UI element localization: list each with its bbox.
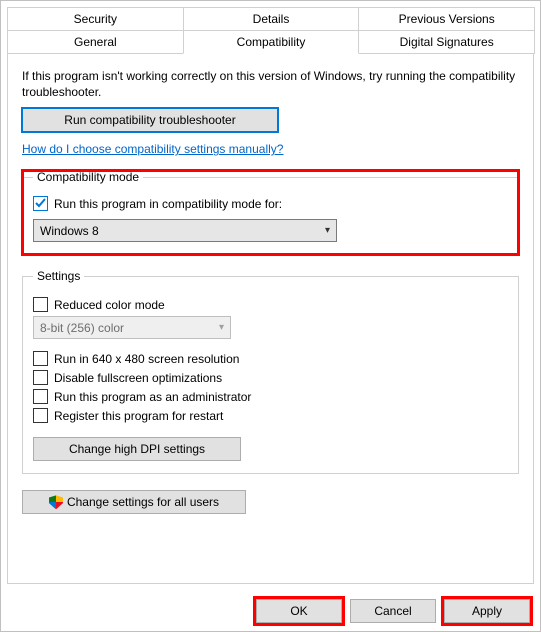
run-640x480-checkbox[interactable] <box>33 351 48 366</box>
register-restart-checkbox[interactable] <box>33 408 48 423</box>
run-640x480-label: Run in 640 x 480 screen resolution <box>54 352 239 366</box>
tab-general[interactable]: General <box>7 30 184 54</box>
tab-digital-signatures[interactable]: Digital Signatures <box>358 30 535 54</box>
compat-mode-os-value: Windows 8 <box>40 224 99 238</box>
tab-security[interactable]: Security <box>7 7 184 30</box>
compat-mode-os-select[interactable]: Windows 8 ▾ <box>33 219 337 242</box>
dialog-footer: OK Cancel Apply <box>256 599 530 623</box>
check-icon <box>35 198 46 209</box>
disable-fullscreen-checkbox[interactable] <box>33 370 48 385</box>
tab-strip: Security Details Previous Versions Gener… <box>1 1 540 54</box>
intro-text: If this program isn't working correctly … <box>22 68 519 100</box>
reduced-color-checkbox[interactable] <box>33 297 48 312</box>
change-dpi-button[interactable]: Change high DPI settings <box>33 437 241 461</box>
change-all-users-button[interactable]: Change settings for all users <box>22 490 246 514</box>
run-as-admin-checkbox[interactable] <box>33 389 48 404</box>
disable-fullscreen-label: Disable fullscreen optimizations <box>54 371 222 385</box>
properties-dialog: Security Details Previous Versions Gener… <box>0 0 541 632</box>
chevron-down-icon: ▾ <box>219 322 224 333</box>
tab-compatibility[interactable]: Compatibility <box>183 30 360 54</box>
change-all-users-label: Change settings for all users <box>67 495 219 509</box>
compat-mode-checkbox[interactable] <box>33 196 48 211</box>
settings-group: Settings Reduced color mode 8-bit (256) … <box>22 269 519 474</box>
shield-icon <box>49 495 63 509</box>
reduced-color-label: Reduced color mode <box>54 298 165 312</box>
cancel-button[interactable]: Cancel <box>350 599 436 623</box>
chevron-down-icon: ▾ <box>325 225 330 236</box>
compat-mode-label: Run this program in compatibility mode f… <box>54 197 282 211</box>
tab-panel-compatibility: If this program isn't working correctly … <box>7 54 534 584</box>
tab-previous-versions[interactable]: Previous Versions <box>358 7 535 30</box>
color-depth-select: 8-bit (256) color ▾ <box>33 316 231 339</box>
apply-button[interactable]: Apply <box>444 599 530 623</box>
color-depth-value: 8-bit (256) color <box>40 321 124 335</box>
run-troubleshooter-button[interactable]: Run compatibility troubleshooter <box>22 108 278 132</box>
run-as-admin-label: Run this program as an administrator <box>54 390 251 404</box>
ok-button[interactable]: OK <box>256 599 342 623</box>
compatibility-mode-legend: Compatibility mode <box>33 170 143 184</box>
compatibility-mode-group: Compatibility mode Run this program in c… <box>22 170 519 255</box>
manual-settings-help-link[interactable]: How do I choose compatibility settings m… <box>22 142 283 156</box>
register-restart-label: Register this program for restart <box>54 409 223 423</box>
settings-legend: Settings <box>33 269 84 283</box>
tab-details[interactable]: Details <box>183 7 360 30</box>
